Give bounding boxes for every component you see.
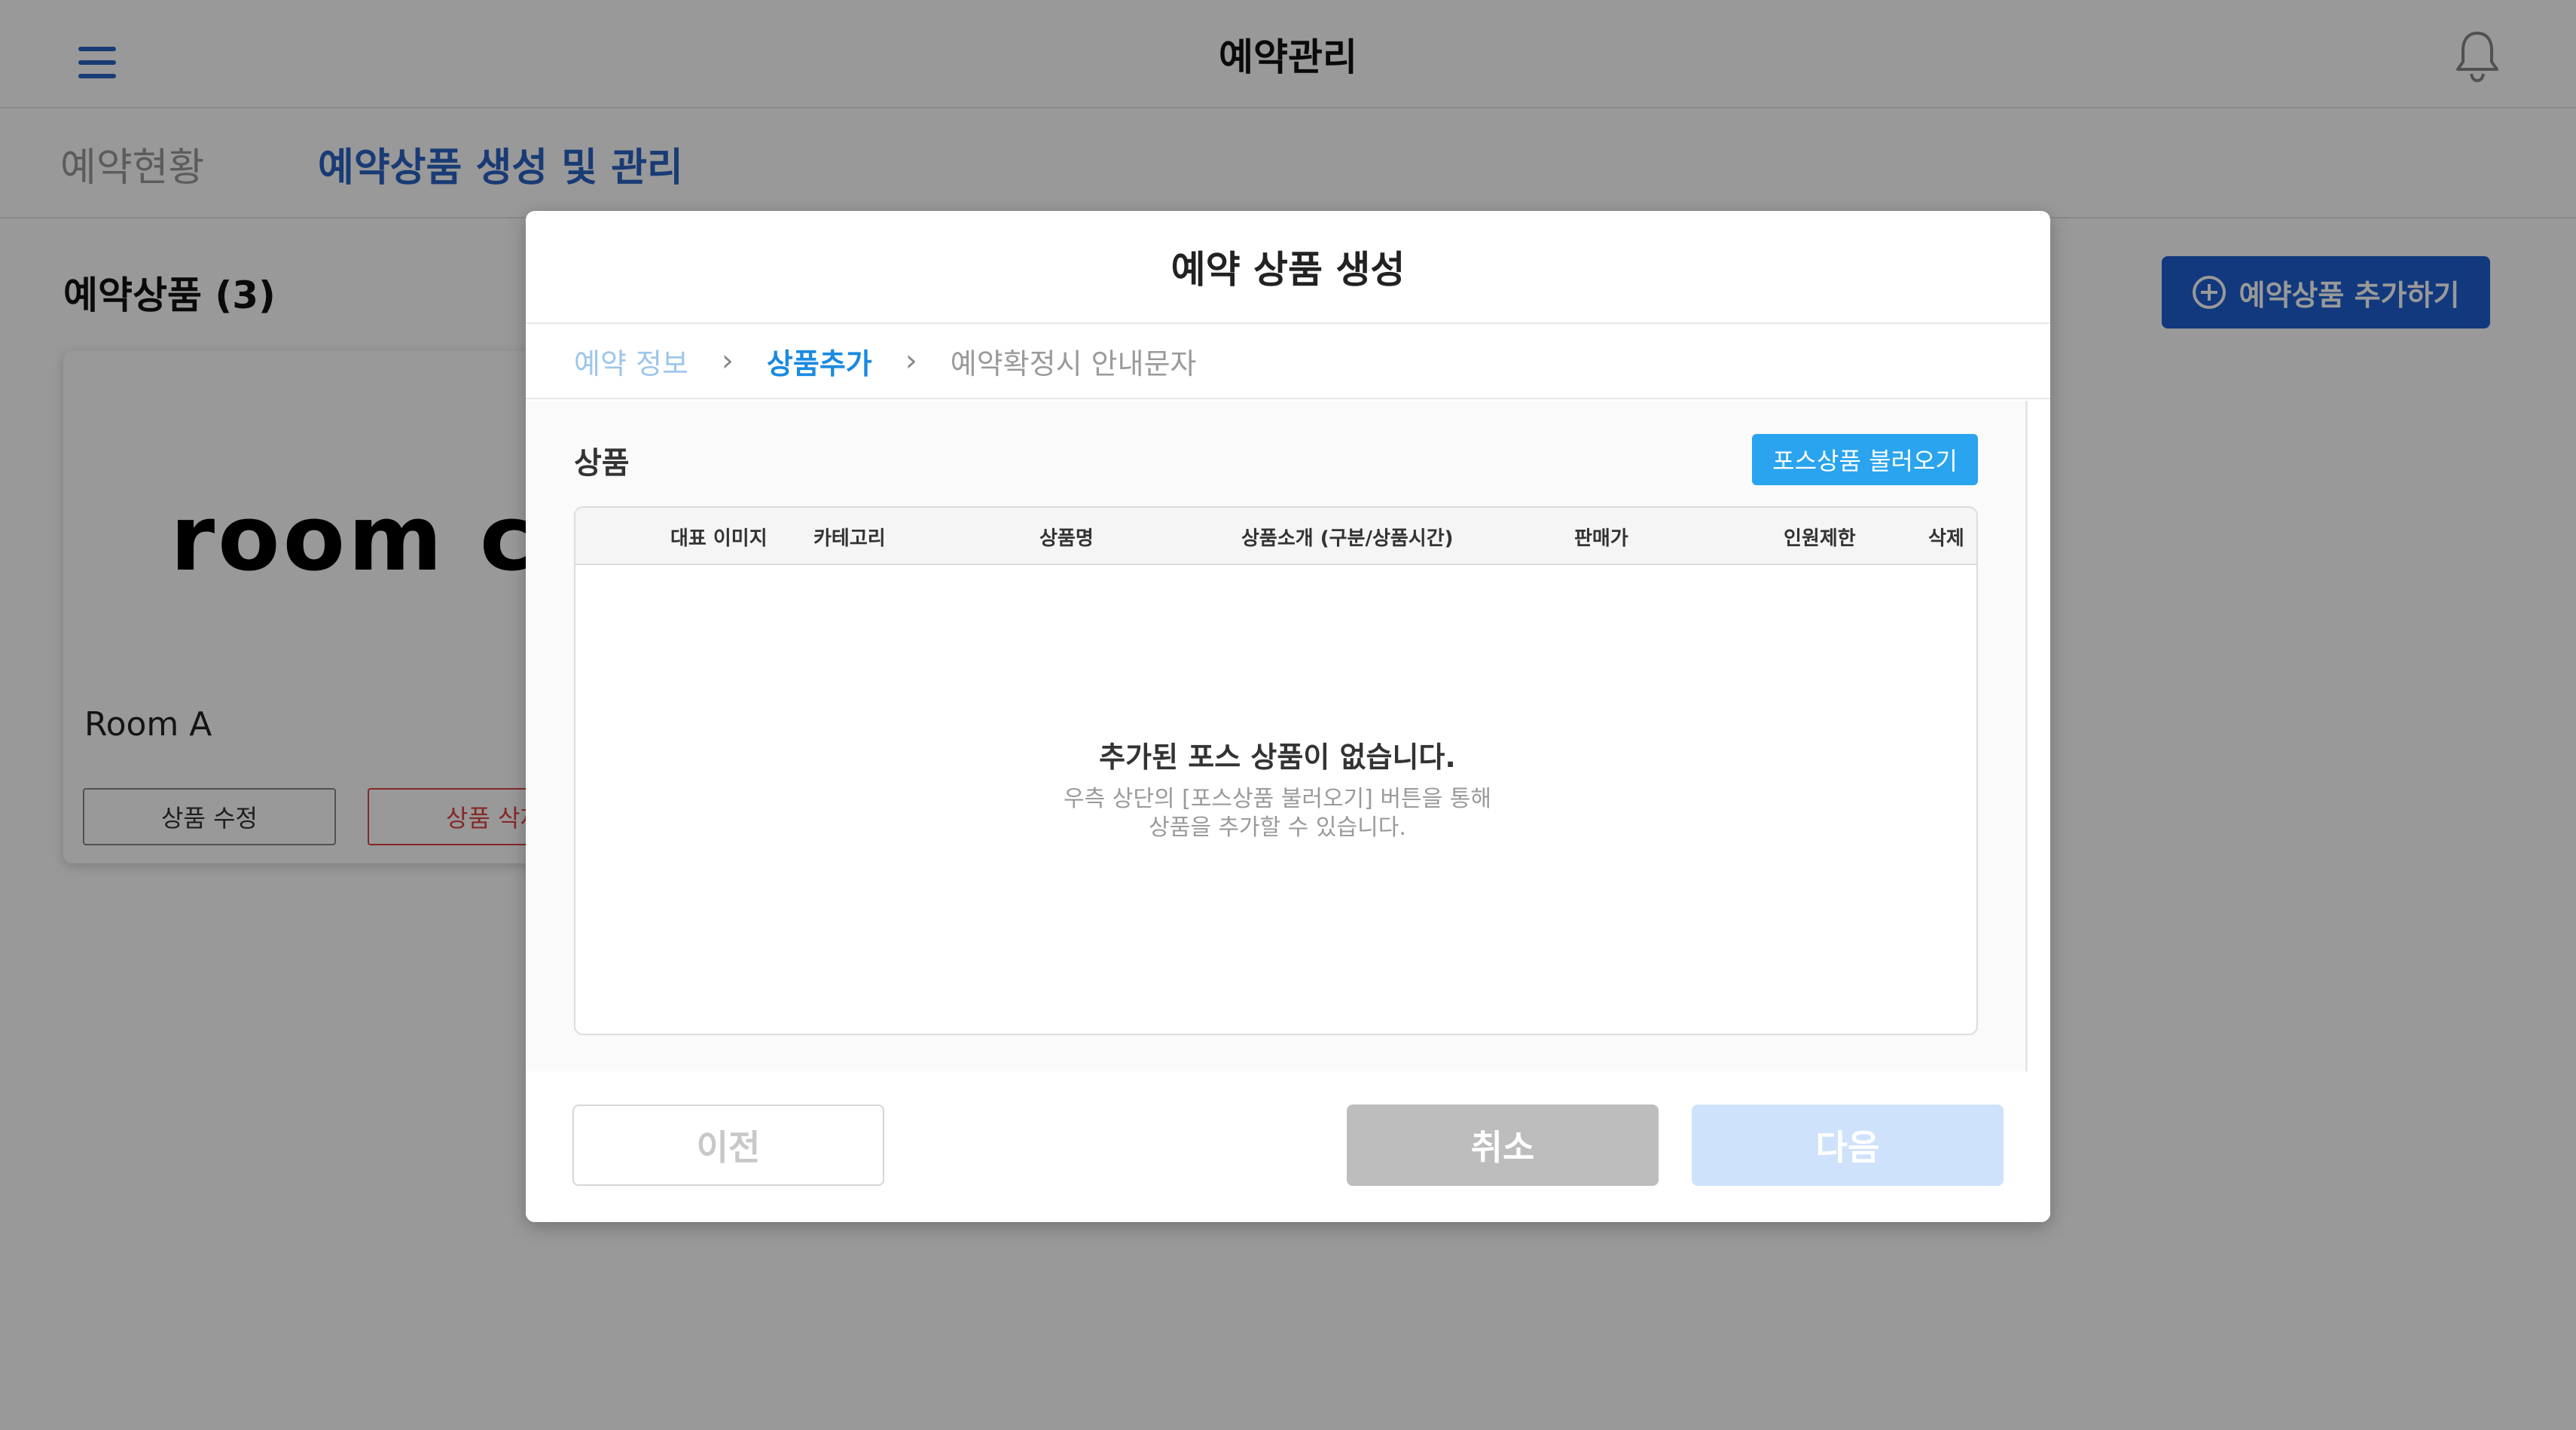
import-pos-products-button[interactable]: 포스상품 불러오기 (1752, 434, 1978, 485)
step-reservation-info[interactable]: 예약 정보 (574, 341, 688, 382)
modal-body: 상품 포스상품 불러오기 대표 이미지 카테고리 상품명 상품소개 (구분/상품… (526, 401, 2028, 1071)
table-header: 대표 이미지 카테고리 상품명 상품소개 (구분/상품시간) 판매가 인원제한 … (575, 508, 1976, 565)
column-header: 대표 이미지 (670, 527, 768, 550)
products-label: 상품 (574, 446, 630, 481)
empty-state-title: 추가된 포스 상품이 없습니다. (1099, 741, 1456, 774)
empty-desc-line: 우측 상단의 [포스상품 불러오기] 버튼을 통해 (1064, 786, 1491, 812)
cancel-button[interactable]: 취소 (1347, 1105, 1659, 1186)
column-header: 상품소개 (구분/상품시간) (1241, 527, 1454, 550)
modal-footer: 이전 취소 다음 (526, 1071, 2050, 1222)
products-table: 대표 이미지 카테고리 상품명 상품소개 (구분/상품시간) 판매가 인원제한 … (574, 506, 1978, 1035)
step-confirmation-message[interactable]: 예약확정시 안내문자 (951, 341, 1197, 382)
column-header: 삭제 (1928, 527, 1964, 550)
step-add-product[interactable]: 상품추가 (767, 341, 872, 382)
create-product-modal: 예약 상품 생성 예약 정보 › 상품추가 › 예약확정시 안내문자 상품 포스… (526, 211, 2050, 1222)
app-root: 예약관리 예약현황 예약상품 생성 및 관리 예약상품 (3) 예약상품 추가하… (0, 0, 2576, 1430)
column-header: 판매가 (1574, 527, 1628, 550)
modal-title: 예약 상품 생성 (526, 211, 2050, 324)
previous-button[interactable]: 이전 (572, 1105, 884, 1186)
step-indicator: 예약 정보 › 상품추가 › 예약확정시 안내문자 (526, 324, 2050, 399)
empty-state-description: 우측 상단의 [포스상품 불러오기] 버튼을 통해 상품을 추가할 수 있습니다… (575, 785, 1976, 842)
column-header: 인원제한 (1784, 527, 1856, 550)
column-header: 카테고리 (813, 527, 886, 550)
next-button[interactable]: 다음 (1692, 1105, 2004, 1186)
chevron-right-icon: › (905, 344, 917, 378)
column-header: 상품명 (1039, 527, 1094, 550)
chevron-right-icon: › (721, 344, 734, 378)
empty-desc-line: 상품을 추가할 수 있습니다. (1149, 814, 1406, 841)
